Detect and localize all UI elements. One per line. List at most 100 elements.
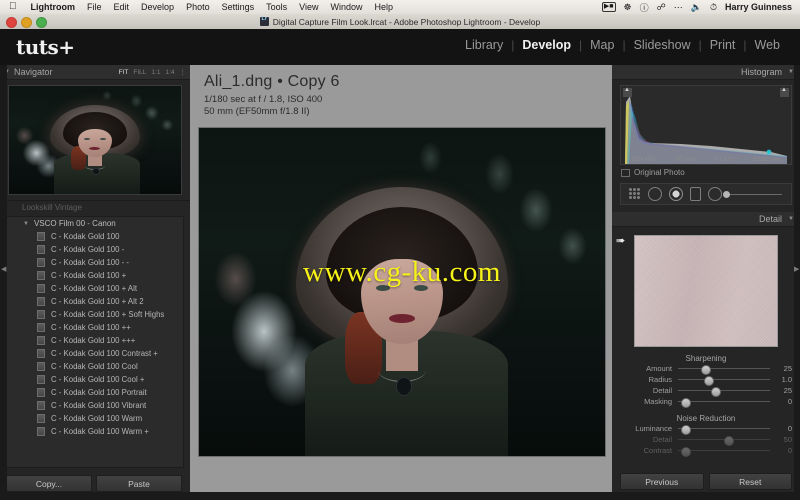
menu-item-help[interactable]: Help xyxy=(369,2,400,12)
crop-overlay-icon[interactable] xyxy=(629,188,641,200)
watermark-text: www.cg-ku.com xyxy=(303,256,501,288)
detail-header[interactable]: Detail ▼ xyxy=(612,212,800,227)
slider-knob[interactable] xyxy=(703,375,714,386)
module-map[interactable]: Map xyxy=(582,38,622,52)
right-panel-collapse-handle[interactable]: ▶ xyxy=(794,65,800,500)
left-panel-collapse-handle[interactable]: ◀ xyxy=(0,65,7,500)
slider-track xyxy=(678,435,770,446)
menu-item-edit[interactable]: Edit xyxy=(108,2,136,12)
slider-row-amount[interactable]: Amount 25 xyxy=(612,363,800,375)
slider-knob[interactable] xyxy=(680,424,691,435)
main-photo-preview[interactable]: www.cg-ku.com xyxy=(198,127,606,457)
maximize-button[interactable] xyxy=(36,17,47,28)
slider-knob[interactable] xyxy=(680,397,691,408)
filmstrip-collapse-handle[interactable] xyxy=(0,492,800,500)
list-item[interactable]: C - Kodak Gold 100 + Alt xyxy=(7,282,183,295)
menu-user-name[interactable]: Harry Guinness xyxy=(721,2,800,12)
zoom-fill[interactable]: FILL xyxy=(133,69,146,76)
graduated-filter-icon[interactable] xyxy=(690,187,701,201)
reset-button[interactable]: Reset xyxy=(708,473,792,490)
list-item[interactable]: C - Kodak Gold 100 - - xyxy=(7,256,183,269)
previous-button[interactable]: Previous xyxy=(620,473,704,490)
list-item[interactable]: C - Kodak Gold 100 Contrast + xyxy=(7,347,183,360)
presets-partial-group-label: Lookskill Vintage xyxy=(22,203,82,212)
list-item[interactable]: C - Kodak Gold 100 Warm + xyxy=(7,425,183,438)
menu-item-settings[interactable]: Settings xyxy=(216,2,261,12)
list-item[interactable]: C - Kodak Gold 100 Cool xyxy=(7,360,183,373)
slider-row-radius[interactable]: Radius 1.0 xyxy=(612,374,800,386)
menu-item-lightroom[interactable]: Lightroom xyxy=(25,2,82,12)
menu-item-file[interactable]: File xyxy=(81,2,108,12)
histogram-header[interactable]: Histogram ▼ xyxy=(612,65,800,80)
original-photo-label: Original Photo xyxy=(634,168,685,177)
identity-plate-logo[interactable]: tuts+ xyxy=(16,35,75,59)
presets-list[interactable]: ▼ VSCO Film 00 - Canon C - Kodak Gold 10… xyxy=(6,216,184,468)
ellipsis-icon[interactable]: ⋯ xyxy=(670,2,687,13)
preset-icon xyxy=(37,271,45,280)
original-photo-row[interactable]: Original Photo xyxy=(612,165,800,177)
preset-icon xyxy=(37,258,45,267)
module-develop[interactable]: Develop xyxy=(514,38,579,52)
list-item[interactable]: C - Kodak Gold 100 Vibrant xyxy=(7,399,183,412)
zoom-1-1[interactable]: 1:1 xyxy=(151,69,160,76)
list-item[interactable]: C - Kodak Gold 100 xyxy=(7,230,183,243)
preset-icon xyxy=(37,349,45,358)
detail-noise-preview[interactable] xyxy=(634,235,778,347)
chevron-down-icon[interactable]: ▼ xyxy=(23,221,29,227)
menu-item-photo[interactable]: Photo xyxy=(180,2,216,12)
minimize-button[interactable] xyxy=(21,17,32,28)
menu-item-view[interactable]: View xyxy=(293,2,324,12)
photo-info-overlay: Ali_1.dng • Copy 6 1/180 sec at f / 1.8,… xyxy=(204,73,340,117)
time-machine-icon[interactable]: ⏱ xyxy=(706,2,721,13)
module-print[interactable]: Print xyxy=(702,38,744,52)
module-slideshow[interactable]: Slideshow xyxy=(626,38,699,52)
slider-row-luminance[interactable]: Luminance 0 xyxy=(612,423,800,435)
volume-icon[interactable]: 🔈 xyxy=(687,2,706,13)
slider-row-masking[interactable]: Masking 0 xyxy=(612,396,800,408)
list-item[interactable]: C - Kodak Gold 100 + Alt 2 xyxy=(7,295,183,308)
info-icon[interactable]: ⓘ xyxy=(636,1,653,14)
slider-track[interactable] xyxy=(678,386,770,397)
close-button[interactable] xyxy=(6,17,17,28)
menu-item-window[interactable]: Window xyxy=(325,2,369,12)
adjustment-brush-slider[interactable] xyxy=(723,190,782,198)
slider-track[interactable] xyxy=(678,364,770,375)
list-item[interactable]: C - Kodak Gold 100 Portrait xyxy=(7,386,183,399)
list-item[interactable]: C - Kodak Gold 100 ++ xyxy=(7,321,183,334)
apple-logo-icon[interactable]:  xyxy=(9,2,17,12)
histogram-graph[interactable]: ISO 400 50 mm f / 1.8 1/180 sec xyxy=(620,85,792,165)
slider-row-detail[interactable]: Detail 25 xyxy=(612,385,800,397)
zoom-fit[interactable]: FIT xyxy=(119,69,129,76)
menu-item-tools[interactable]: Tools xyxy=(260,2,293,12)
zoom-dropdown-icon[interactable]: ⋮ xyxy=(180,68,187,76)
navigator-header[interactable]: ▼ Navigator FIT FILL 1:1 1:4 ⋮ xyxy=(0,65,190,80)
module-library[interactable]: Library xyxy=(457,38,511,52)
paste-button[interactable]: Paste xyxy=(96,475,182,492)
module-web[interactable]: Web xyxy=(747,38,788,52)
list-item[interactable]: C - Kodak Gold 100 + Soft Highs xyxy=(7,308,183,321)
highlight-clipping-indicator[interactable] xyxy=(780,87,789,97)
menu-item-develop[interactable]: Develop xyxy=(135,2,180,12)
list-item[interactable]: C - Kodak Gold 100 Warm xyxy=(7,412,183,425)
zoom-1-4[interactable]: 1:4 xyxy=(165,69,174,76)
slider-knob[interactable] xyxy=(711,386,722,397)
navigator-preview[interactable] xyxy=(8,85,182,195)
slider-track[interactable] xyxy=(678,375,770,386)
slider-knob[interactable] xyxy=(701,364,711,375)
list-item[interactable]: C - Kodak Gold 100 + xyxy=(7,269,183,282)
spot-removal-icon[interactable] xyxy=(648,187,662,201)
screen-record-icon[interactable]: ▶■ xyxy=(598,2,620,12)
list-item[interactable]: C - Kodak Gold 100 - xyxy=(7,243,183,256)
dropbox-icon[interactable]: ☸ xyxy=(620,2,636,13)
copy-button[interactable]: Copy... xyxy=(6,475,92,492)
slider-track[interactable] xyxy=(678,397,770,408)
list-item[interactable]: C - Kodak Gold 100 Cool + xyxy=(7,373,183,386)
list-item[interactable]: C - Kodak Gold 100 +++ xyxy=(7,334,183,347)
red-eye-icon[interactable] xyxy=(669,187,683,201)
radial-filter-icon[interactable] xyxy=(708,187,722,201)
slider-track[interactable] xyxy=(678,424,770,435)
shadow-clipping-indicator[interactable] xyxy=(623,87,632,97)
photo-canvas[interactable]: www.cg-ku.com xyxy=(198,127,606,457)
bluetooth-share-icon[interactable]: ☍ xyxy=(653,2,670,13)
preset-group-vsco[interactable]: ▼ VSCO Film 00 - Canon xyxy=(7,217,183,230)
